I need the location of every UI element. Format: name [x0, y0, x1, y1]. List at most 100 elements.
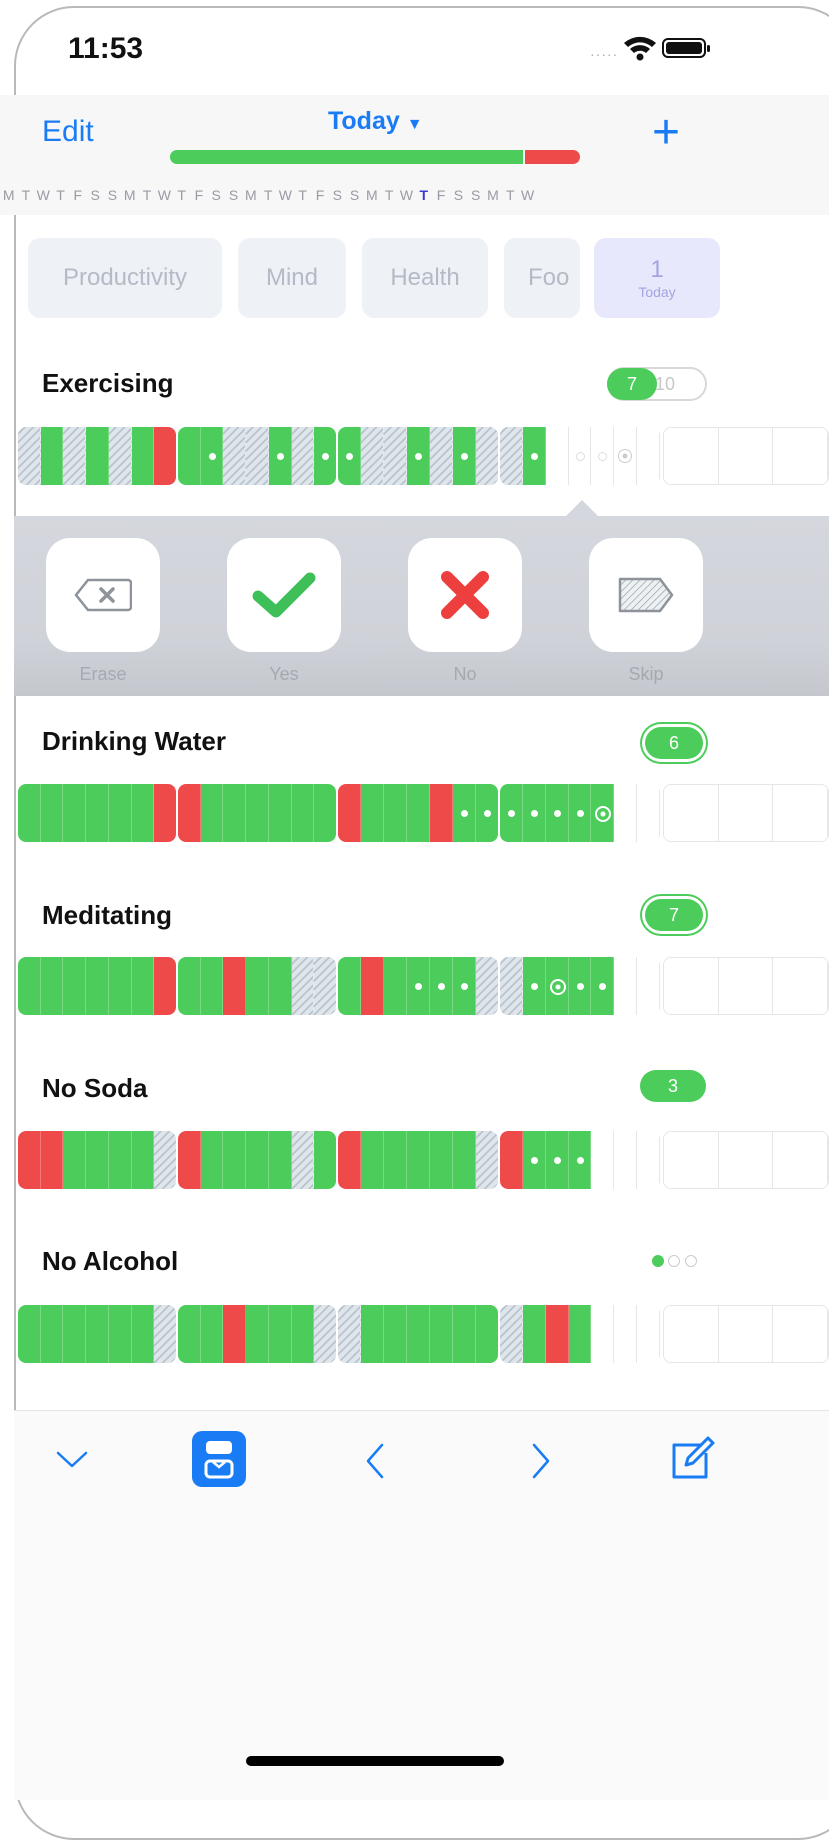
- panel-pointer: [565, 500, 599, 517]
- signal-icon: ·····: [590, 46, 619, 62]
- weekday-letter[interactable]: T: [381, 187, 398, 203]
- category-chip[interactable]: Productivity: [28, 238, 222, 318]
- weekday-letter[interactable]: W: [156, 187, 173, 203]
- weekday-letter[interactable]: W: [398, 187, 415, 203]
- weekday-letter[interactable]: F: [432, 187, 449, 203]
- chevron-down-icon[interactable]: [52, 1439, 92, 1479]
- date-picker-button[interactable]: Today ▼: [328, 107, 423, 136]
- skip-tag-icon: [618, 577, 674, 613]
- weekday-letter[interactable]: S: [329, 187, 346, 203]
- category-chip[interactable]: Health: [362, 238, 488, 318]
- weekday-letter[interactable]: T: [259, 187, 276, 203]
- weekday-letter[interactable]: T: [17, 187, 34, 203]
- weekday-letter[interactable]: T: [173, 187, 190, 203]
- category-chip[interactable]: Foo: [504, 238, 580, 318]
- habit-calendar-row[interactable]: [18, 1131, 829, 1189]
- week-block: [500, 784, 660, 842]
- no-label: No: [453, 664, 477, 684]
- streak-badge[interactable]: 7: [645, 899, 703, 931]
- plus-icon[interactable]: +: [652, 105, 680, 160]
- week-block: [18, 957, 176, 1015]
- weekday-letter[interactable]: M: [242, 187, 259, 203]
- weekday-letter[interactable]: F: [190, 187, 207, 203]
- weekday-letter[interactable]: F: [311, 187, 328, 203]
- weekday-letter[interactable]: S: [86, 187, 103, 203]
- status-bar: 11:53 ·····: [14, 0, 829, 95]
- habit-title[interactable]: Meditating: [42, 900, 172, 931]
- weekday-letter[interactable]: S: [104, 187, 121, 203]
- weekday-letter[interactable]: M: [0, 187, 17, 203]
- habit-calendar-row[interactable]: [18, 1305, 829, 1363]
- weekday-letter[interactable]: M: [363, 187, 380, 203]
- weekday-letter[interactable]: T: [294, 187, 311, 203]
- weekday-letter[interactable]: S: [467, 187, 484, 203]
- week-block: [500, 427, 660, 485]
- week-block: [178, 957, 336, 1015]
- weekday-letter[interactable]: M: [484, 187, 501, 203]
- no-button[interactable]: [408, 538, 522, 652]
- week-block: [338, 784, 498, 842]
- streak-badge[interactable]: 7: [607, 368, 657, 400]
- daily-progress-bar: [170, 150, 580, 164]
- home-indicator[interactable]: [246, 1756, 504, 1766]
- weekday-letter[interactable]: W: [519, 187, 536, 203]
- weekday-letter[interactable]: M: [121, 187, 138, 203]
- weekday-letter[interactable]: W: [277, 187, 294, 203]
- battery-icon: [662, 38, 710, 58]
- habit-title[interactable]: No Alcohol: [42, 1246, 178, 1277]
- weekday-letter[interactable]: T: [138, 187, 155, 203]
- week-block: [18, 1131, 176, 1189]
- habit-title[interactable]: No Soda: [42, 1073, 147, 1104]
- calendar-view-icon[interactable]: [192, 1431, 246, 1487]
- streak-badge[interactable]: 3: [640, 1070, 706, 1102]
- habit-title[interactable]: Drinking Water: [42, 726, 226, 757]
- habit-calendar-row[interactable]: [18, 957, 829, 1015]
- habit-calendar-row[interactable]: [18, 427, 829, 485]
- week-block: [338, 957, 498, 1015]
- week-block: [178, 1131, 336, 1189]
- today-filter-chip[interactable]: 1 Today: [594, 238, 720, 318]
- weekday-letter[interactable]: S: [346, 187, 363, 203]
- category-filter: Productivity Mind Health Foo 1 Today: [0, 238, 829, 320]
- weekday-letter[interactable]: S: [225, 187, 242, 203]
- progress-failed: [525, 150, 580, 164]
- week-block: [18, 1305, 176, 1363]
- bottom-toolbar: [14, 1410, 829, 1521]
- weekday-letter[interactable]: F: [69, 187, 86, 203]
- week-block: [338, 427, 498, 485]
- nav-header: Edit Today ▼ + MTWTFSSMTWTFSSMTWTFSSMTWT…: [0, 95, 829, 215]
- streak-badge[interactable]: 6: [645, 727, 703, 759]
- entry-action-panel: Erase Yes No Skip: [14, 516, 829, 696]
- week-block: [338, 1305, 498, 1363]
- yes-button[interactable]: [227, 538, 341, 652]
- week-block: [178, 1305, 336, 1363]
- week-block: [663, 784, 829, 842]
- compose-icon[interactable]: [668, 1435, 716, 1483]
- weekday-letter[interactable]: W: [35, 187, 52, 203]
- week-block: [18, 784, 176, 842]
- weekday-letter[interactable]: T: [52, 187, 69, 203]
- edit-button[interactable]: Edit: [42, 115, 94, 149]
- chevron-left-icon[interactable]: [356, 1439, 396, 1483]
- chevron-right-icon[interactable]: [520, 1439, 560, 1483]
- erase-button[interactable]: [46, 538, 160, 652]
- week-block: [500, 957, 660, 1015]
- week-block: [500, 1305, 660, 1363]
- habit-title[interactable]: Exercising: [42, 368, 174, 399]
- weekday-letter[interactable]: S: [450, 187, 467, 203]
- progress-done: [170, 150, 523, 164]
- skip-button[interactable]: [589, 538, 703, 652]
- week-block: [663, 957, 829, 1015]
- category-chip[interactable]: Mind: [238, 238, 346, 318]
- weekday-letter[interactable]: T: [415, 187, 432, 203]
- weekday-letter[interactable]: T: [502, 187, 519, 203]
- date-title: Today: [328, 107, 400, 135]
- wifi-icon: [624, 36, 656, 61]
- habit-calendar-row[interactable]: [18, 784, 829, 842]
- weekday-strip[interactable]: MTWTFSSMTWTFSSMTWTFSSMTWTFSSMTW: [0, 187, 829, 211]
- weekday-letter[interactable]: S: [208, 187, 225, 203]
- week-block: [178, 784, 336, 842]
- week-block: [18, 427, 176, 485]
- week-block: [663, 1305, 829, 1363]
- week-block: [663, 1131, 829, 1189]
